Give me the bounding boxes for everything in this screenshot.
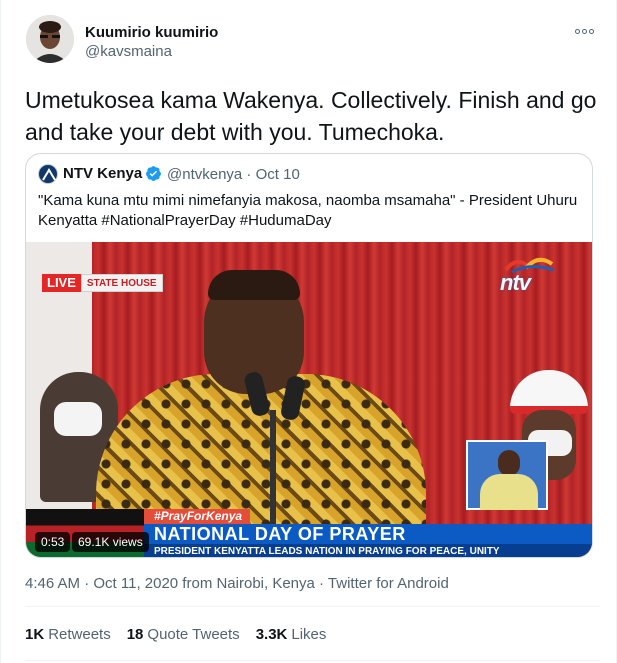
quote-tweets-count: 18 (126, 626, 144, 643)
tweet-timestamp[interactable]: 4:46 AM · Oct 11, 2020 from Nairobi, Ken… (25, 575, 449, 592)
location-label: STATE HOUSE (80, 274, 163, 292)
divider (25, 606, 600, 607)
quote-tweets-label: Quote Tweets (147, 626, 240, 643)
likes-stat[interactable]: 3.3K Likes (256, 626, 327, 643)
tweet-text: Umetukosea kama Wakenya. Collectively. F… (25, 87, 597, 145)
video-player[interactable]: LIVE STATE HOUSE ntv #PrayForKenya NATIO… (26, 242, 592, 557)
verified-badge-icon (146, 166, 161, 181)
avatar-photo (26, 15, 74, 63)
ntv-logo-text: ntv (500, 270, 531, 295)
author-avatar[interactable] (26, 15, 74, 63)
video-speaker-hair (208, 270, 300, 300)
quoted-tweet-text: "Kama kuna mtu mimi nimefanyia makosa, n… (38, 192, 578, 229)
likes-label: Likes (291, 626, 327, 643)
sign-language-inset (466, 440, 548, 510)
quoted-handle-date[interactable]: @ntvkenya · Oct 10 (167, 166, 300, 183)
tweet-container: Kuumirio kuumirio @kavsmaina Umetukosea … (0, 0, 617, 663)
video-duration: 0:53 (35, 532, 71, 552)
live-label: LIVE (42, 274, 81, 292)
author-handle[interactable]: @kavsmaina (85, 43, 172, 60)
live-badge: LIVE STATE HOUSE (42, 274, 163, 292)
divider (25, 660, 600, 661)
tweet-stats: 1K Retweets 18 Quote Tweets 3.3K Likes (25, 626, 342, 643)
quoted-display-name[interactable]: NTV Kenya (63, 165, 142, 182)
more-options-icon[interactable] (572, 24, 596, 38)
likes-count: 3.3K (255, 626, 288, 643)
quoted-tweet[interactable]: NTV Kenya @ntvkenya · Oct 10 "Kama kuna … (25, 153, 593, 558)
lower-third-subheadline: PRESIDENT KENYATTA LEADS NATION IN PRAYI… (144, 544, 592, 557)
ntv-logo: ntv (500, 256, 560, 296)
retweets-count: 1K (25, 626, 45, 643)
quote-tweets-stat[interactable]: 18 Quote Tweets (127, 626, 240, 643)
lower-third-hashtag: #PrayForKenya (144, 509, 251, 524)
retweets-label: Retweets (48, 626, 111, 643)
author-display-name[interactable]: Kuumirio kuumirio (85, 24, 218, 41)
retweets-stat[interactable]: 1K Retweets (25, 626, 111, 643)
ntv-avatar-icon[interactable] (38, 164, 58, 184)
lower-third-headline: NATIONAL DAY OF PRAYER (144, 524, 592, 544)
video-views: 69.1K views (72, 532, 149, 552)
